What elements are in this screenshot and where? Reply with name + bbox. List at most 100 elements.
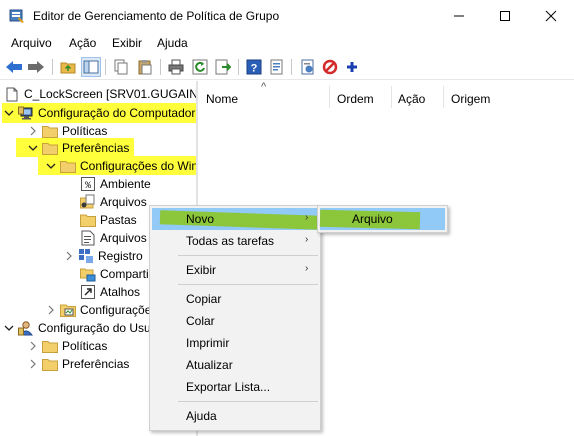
- menu-item-colar[interactable]: Colar: [186, 310, 316, 332]
- folder-icon: [42, 123, 58, 139]
- column-header-nome[interactable]: Nome: [206, 92, 238, 106]
- tree-item-preferencias-usuario[interactable]: Preferências: [26, 355, 129, 373]
- help-icon[interactable]: ?: [244, 57, 264, 77]
- chevron-down-icon[interactable]: [44, 157, 58, 175]
- refresh-icon[interactable]: [190, 57, 210, 77]
- tree-item-atalhos[interactable]: Atalhos: [80, 283, 140, 301]
- menu-separator: [178, 255, 318, 256]
- forward-arrow-icon[interactable]: [26, 57, 46, 77]
- maximize-button[interactable]: [482, 0, 528, 32]
- chevron-down-icon[interactable]: [2, 319, 16, 337]
- tree-item-politicas[interactable]: Políticas: [26, 122, 107, 140]
- files-icon: [80, 194, 96, 210]
- menu-item-label: Novo: [186, 212, 215, 226]
- environment-icon: %: [80, 176, 96, 192]
- menu-item-label: Arquivo: [352, 212, 393, 226]
- network-share-icon: [80, 266, 96, 282]
- tree-item-ambiente[interactable]: % Ambiente: [80, 175, 151, 193]
- menu-ajuda[interactable]: Ajuda: [157, 36, 188, 50]
- folder-icon: [60, 158, 76, 174]
- sort-indicator: ^: [261, 81, 267, 93]
- tree-item-label: Configuração do Computador: [38, 106, 196, 120]
- chevron-right-icon[interactable]: [26, 122, 40, 140]
- submenu-arrow-icon: ›: [305, 212, 309, 223]
- column-header-ordem[interactable]: Ordem: [337, 92, 374, 106]
- chevron-right-icon[interactable]: [44, 301, 58, 319]
- column-divider[interactable]: [329, 86, 330, 108]
- properties-sheet-icon[interactable]: [298, 57, 318, 77]
- menu-item-label: Todas as tarefas: [186, 234, 275, 248]
- print-icon[interactable]: [166, 57, 186, 77]
- chevron-right-icon[interactable]: [26, 337, 40, 355]
- paste-icon[interactable]: [135, 57, 155, 77]
- copy-icon[interactable]: [111, 57, 131, 77]
- toolbar-separator: [52, 59, 53, 75]
- submenu-item-arquivo[interactable]: Arquivo: [352, 208, 442, 230]
- tree-item-pastas[interactable]: Pastas: [80, 211, 137, 229]
- tree-item-label: Preferências: [62, 141, 130, 155]
- tree-root-label: C_LockScreen [SRV01.GUGAINF: [24, 87, 196, 101]
- minimize-button[interactable]: [436, 0, 482, 32]
- close-button[interactable]: [528, 0, 574, 32]
- tree-item-label: Políticas: [62, 124, 108, 138]
- tree-item-label: Registro: [98, 249, 143, 263]
- menu-item-novo[interactable]: Novo: [186, 208, 316, 230]
- chevron-down-icon[interactable]: [2, 104, 16, 122]
- block-icon[interactable]: [320, 57, 340, 77]
- toolbar-separator: [105, 59, 106, 75]
- submenu-arrow-icon: ›: [305, 263, 309, 274]
- control-panel-icon: [60, 302, 76, 318]
- menu-item-copiar[interactable]: Copiar: [186, 288, 316, 310]
- menu-item-ajuda[interactable]: Ajuda: [186, 405, 316, 427]
- column-header-acao[interactable]: Ação: [398, 92, 425, 106]
- menu-item-exportar-lista[interactable]: Exportar Lista...: [186, 376, 316, 398]
- toolbar: ?: [0, 53, 574, 80]
- menu-arquivo[interactable]: Arquivo: [11, 36, 52, 50]
- menu-item-label: Imprimir: [186, 336, 230, 350]
- toolbar-separator: [238, 59, 239, 75]
- column-divider[interactable]: [391, 86, 392, 108]
- tree-item-preferencias[interactable]: Preferências: [26, 139, 129, 157]
- title-bar: Editor de Gerenciamento de Política de G…: [0, 0, 574, 32]
- folder-icon: [42, 140, 58, 156]
- show-hide-tree-icon[interactable]: [81, 57, 101, 77]
- menu-item-exibir[interactable]: Exibir: [186, 259, 316, 281]
- tree-item-arquivos[interactable]: Arquivos: [80, 193, 147, 211]
- tree-root[interactable]: C_LockScreen [SRV01.GUGAINF: [4, 85, 196, 103]
- menu-item-imprimir[interactable]: Imprimir: [186, 332, 316, 354]
- menu-item-label: Copiar: [186, 292, 222, 306]
- tree-item-label: Pastas: [100, 213, 137, 227]
- tree-item-registro[interactable]: Registro: [62, 247, 143, 265]
- folders-icon: [80, 212, 96, 228]
- folder-icon: [42, 356, 58, 372]
- export-list-icon[interactable]: [213, 57, 233, 77]
- add-icon[interactable]: [342, 57, 362, 77]
- menu-item-label: Colar: [186, 314, 215, 328]
- context-menu: Novo › Todas as tarefas › Exibir › Copia…: [149, 205, 321, 431]
- tree-item-user-config[interactable]: Configuração do Usuário: [2, 319, 171, 337]
- gpo-document-icon: [4, 86, 20, 102]
- properties-icon[interactable]: [267, 57, 287, 77]
- submenu: Arquivo: [317, 205, 448, 233]
- back-arrow-icon[interactable]: [4, 57, 24, 77]
- menu-item-label: Ajuda: [186, 409, 217, 423]
- menu-exibir[interactable]: Exibir: [112, 36, 142, 50]
- tree-item-politicas-usuario[interactable]: Políticas: [26, 337, 107, 355]
- menu-item-atualizar[interactable]: Atualizar: [186, 354, 316, 376]
- tree-item-label: Políticas: [62, 339, 108, 353]
- tree-item-config-windows[interactable]: Configurações do Windows: [44, 157, 196, 175]
- column-header-origem[interactable]: Origem: [451, 92, 490, 106]
- tree-item-label: Arquivos: [100, 195, 147, 209]
- tree-item-label: Atalhos: [100, 285, 141, 299]
- chevron-down-icon[interactable]: [26, 139, 40, 157]
- tree-item-computer-config[interactable]: Configuração do Computador: [2, 104, 195, 122]
- gpo-editor-icon: [9, 8, 25, 24]
- chevron-right-icon[interactable]: [26, 355, 40, 373]
- menu-separator: [178, 284, 318, 285]
- chevron-right-icon[interactable]: [62, 247, 76, 265]
- menu-acao[interactable]: Ação: [69, 36, 96, 50]
- submenu-arrow-icon: ›: [305, 234, 309, 245]
- up-folder-icon[interactable]: [58, 57, 78, 77]
- menu-item-todas-tarefas[interactable]: Todas as tarefas: [186, 230, 316, 252]
- column-divider[interactable]: [443, 86, 444, 108]
